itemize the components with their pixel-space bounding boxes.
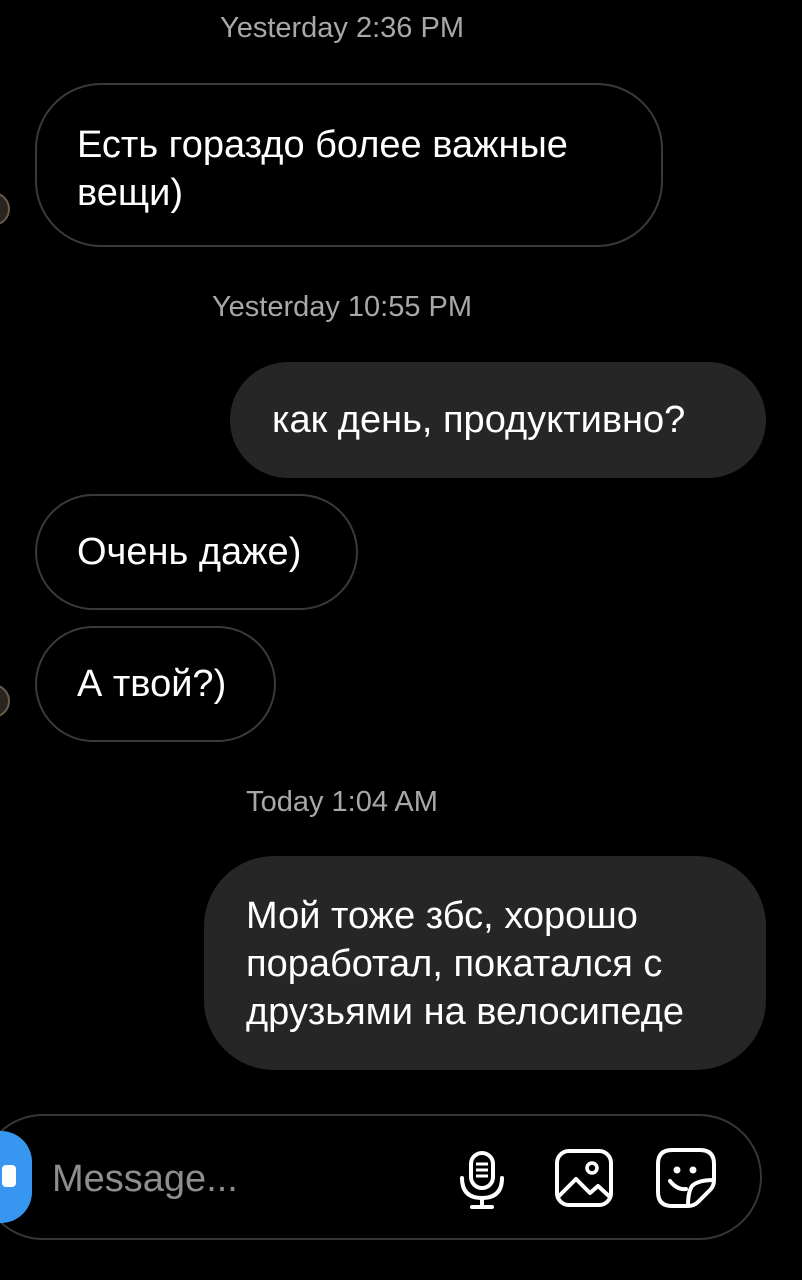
timestamp: Yesterday 10:55 PM	[211, 291, 473, 323]
message-line: поработал, покатался с	[246, 943, 663, 985]
message-line: вещи)	[77, 172, 184, 214]
message-input[interactable]	[52, 1152, 432, 1206]
message-bubble-sent[interactable]: как день, продуктивно?	[230, 362, 766, 478]
avatar[interactable]	[0, 684, 10, 718]
message-bubble-received[interactable]: Есть гораздо более важные вещи)	[35, 83, 663, 247]
message-line: Мой тоже збс, хорошо	[246, 895, 638, 937]
sticker-icon[interactable]	[654, 1146, 718, 1210]
avatar[interactable]	[0, 192, 10, 226]
timestamp: Today 1:04 AM	[246, 786, 438, 818]
message-line: Есть гораздо более важные	[77, 124, 568, 166]
message-line: Очень даже)	[77, 531, 302, 573]
microphone-icon[interactable]	[450, 1146, 514, 1210]
camera-icon	[2, 1165, 16, 1187]
timestamp: Yesterday 2:36 PM	[220, 12, 464, 44]
message-bubble-received[interactable]: А твой?)	[35, 626, 276, 742]
gallery-icon[interactable]	[552, 1146, 616, 1210]
message-line: А твой?)	[77, 663, 227, 705]
message-bubble-sent[interactable]: Мой тоже збс, хорошо поработал, покаталс…	[204, 856, 766, 1070]
message-bubble-received[interactable]: Очень даже)	[35, 494, 358, 610]
message-line: как день, продуктивно?	[272, 399, 686, 441]
message-line: друзьями на велосипеде	[246, 991, 685, 1033]
